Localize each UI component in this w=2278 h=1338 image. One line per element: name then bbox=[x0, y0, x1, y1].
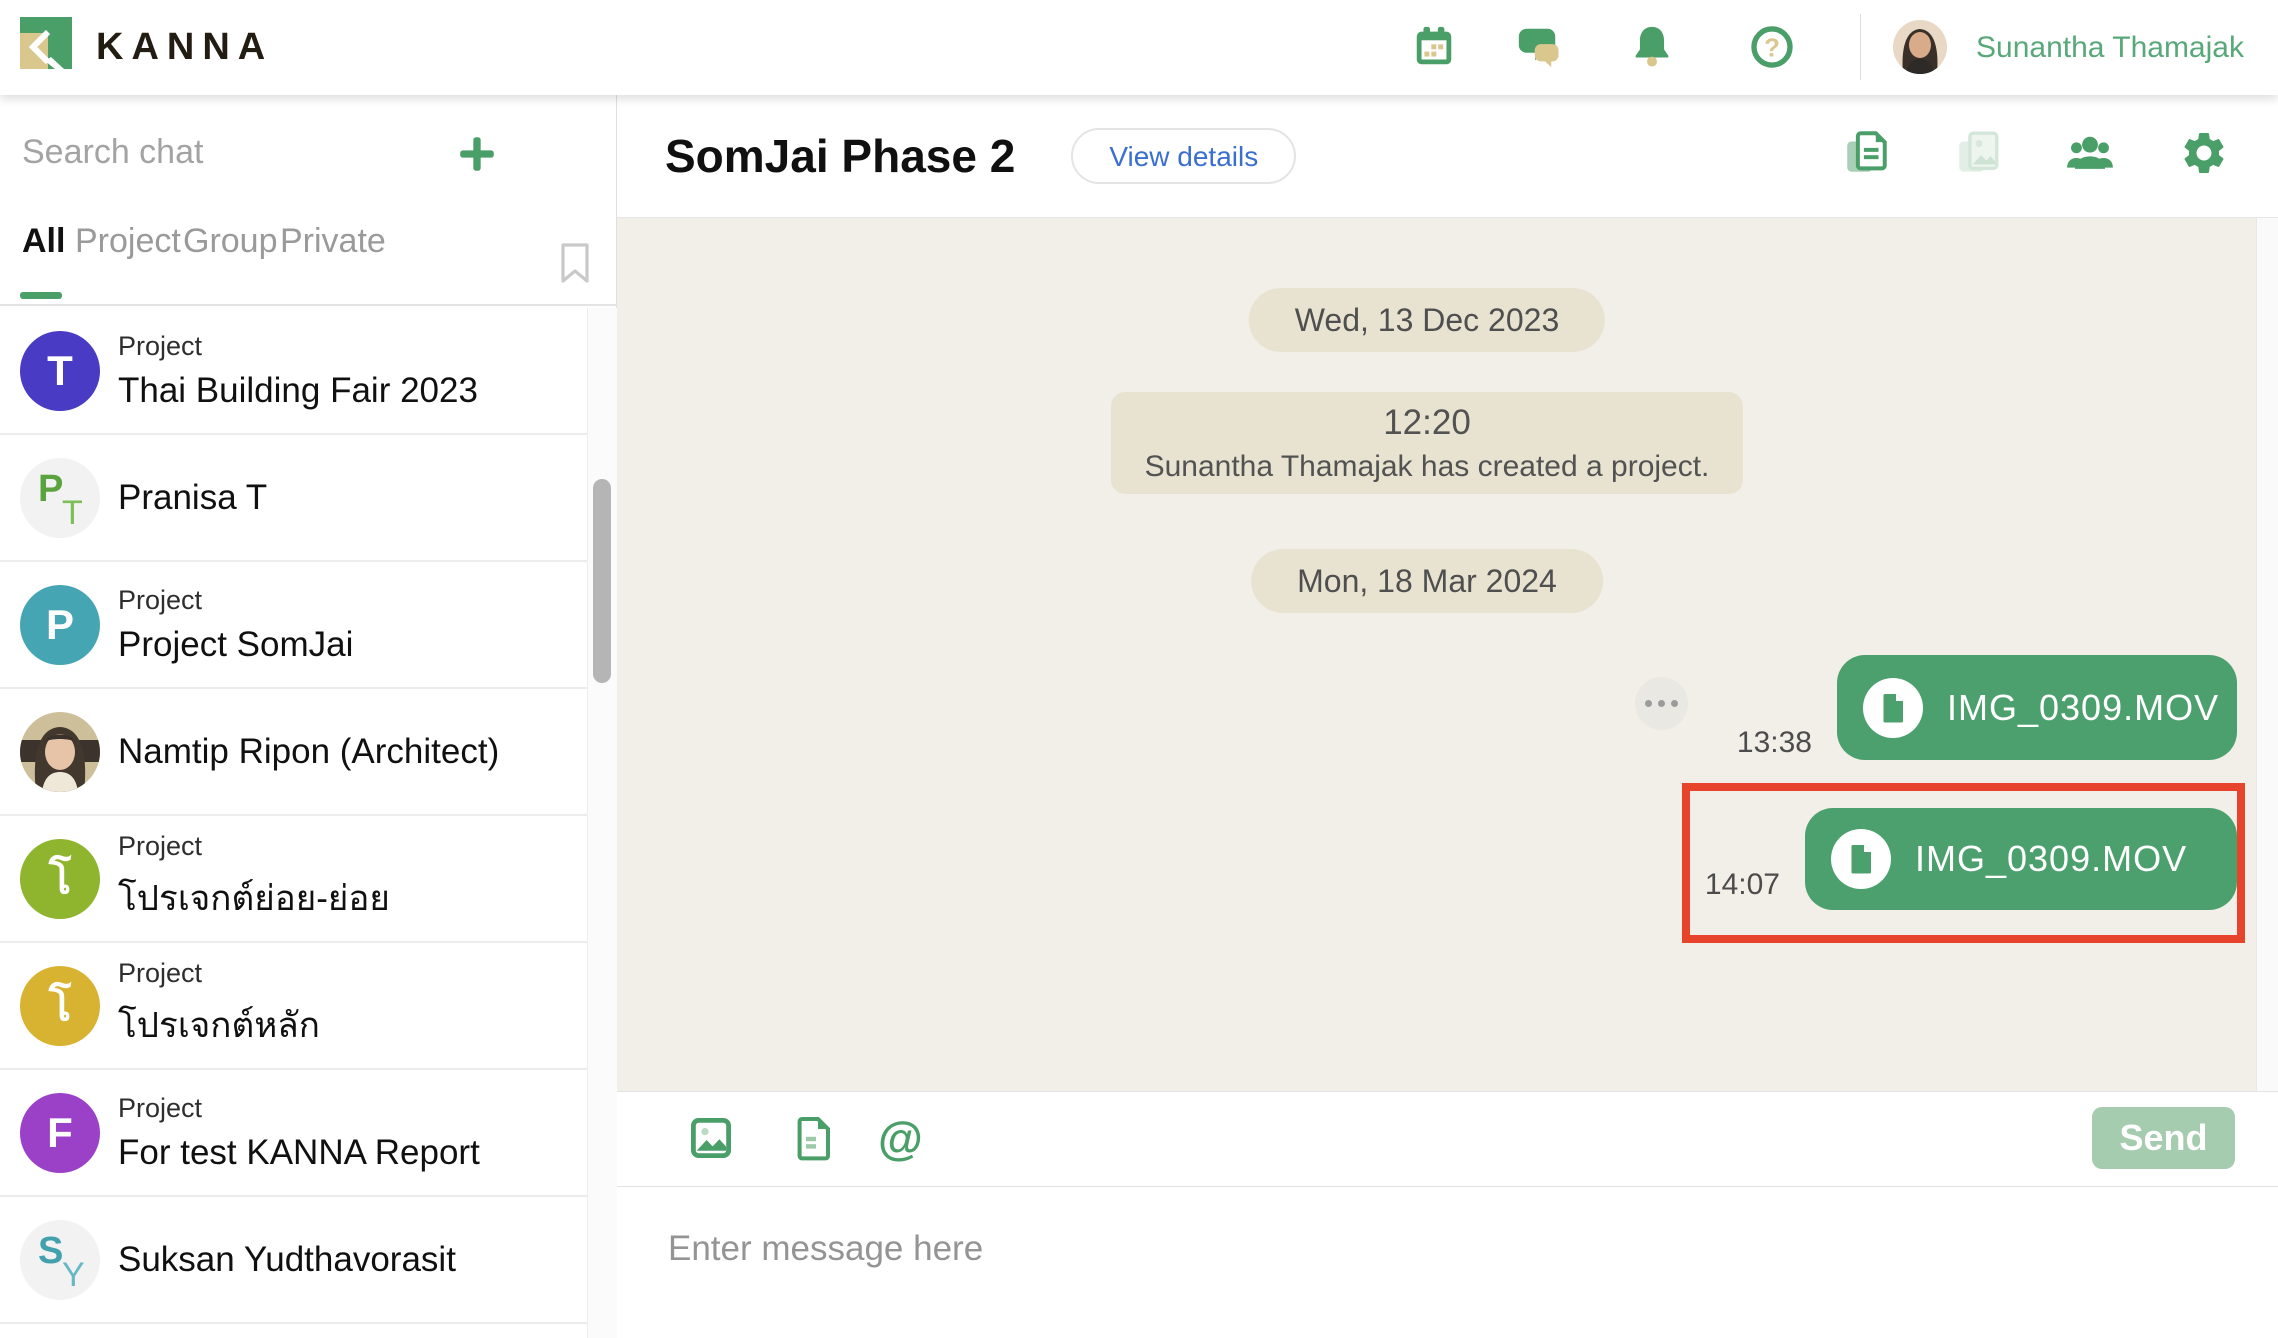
view-details-button[interactable]: View details bbox=[1071, 128, 1296, 184]
tab-project[interactable]: Project bbox=[75, 222, 181, 261]
chat-type-label: Project bbox=[118, 331, 478, 362]
help-icon[interactable]: ? bbox=[1749, 24, 1795, 70]
message-area: Wed, 13 Dec 2023 12:20 Sunantha Thamajak… bbox=[617, 218, 2278, 1091]
chat-item-kanna-report[interactable]: F Project For test KANNA Report bbox=[0, 1070, 587, 1197]
files-icon[interactable] bbox=[1841, 128, 1891, 178]
chat-type-label: Project bbox=[118, 958, 320, 989]
settings-icon[interactable] bbox=[2179, 128, 2229, 178]
message-input[interactable] bbox=[617, 1187, 2278, 1338]
chat-type-label: Project bbox=[118, 1093, 480, 1124]
chat-name: โปรเจกต์ย่อย-ย่อย bbox=[118, 871, 390, 926]
chat-title: SomJai Phase 2 bbox=[665, 129, 1015, 183]
notifications-icon[interactable] bbox=[1629, 24, 1675, 70]
file-message[interactable]: IMG_0309.MOV bbox=[1837, 655, 2237, 760]
chat-panel: SomJai Phase 2 View details bbox=[617, 95, 2278, 1338]
chat-type-label: Project bbox=[118, 585, 353, 616]
chat-item-sub-project[interactable]: โ Project โปรเจกต์ย่อย-ย่อย bbox=[0, 816, 587, 943]
chat-item-thai-building-fair[interactable]: T Project Thai Building Fair 2023 bbox=[0, 308, 587, 435]
system-message-time: 12:20 bbox=[1383, 403, 1471, 443]
chat-name: โปรเจกต์หลัก bbox=[118, 998, 320, 1053]
avatar: P T bbox=[20, 458, 100, 538]
mention-icon[interactable]: @ bbox=[878, 1114, 926, 1162]
chat-item-project-somjai[interactable]: P Project Project SomJai bbox=[0, 562, 587, 689]
avatar: S Y bbox=[20, 1220, 100, 1300]
calendar-icon[interactable] bbox=[1411, 24, 1457, 70]
chat-list: T Project Thai Building Fair 2023 P T Pr… bbox=[0, 308, 587, 1338]
avatar: T bbox=[20, 331, 100, 411]
members-icon[interactable] bbox=[2065, 128, 2115, 178]
kanna-logo-icon[interactable] bbox=[20, 17, 72, 69]
file-icon bbox=[1863, 678, 1923, 738]
chat-name: Pranisa T bbox=[118, 478, 267, 518]
images-icon[interactable] bbox=[1953, 128, 2003, 178]
chat-name: Namtip Ripon (Architect) bbox=[118, 732, 499, 772]
file-icon[interactable] bbox=[789, 1114, 837, 1162]
svg-text:?: ? bbox=[1764, 35, 1780, 63]
app-window: KANNA bbox=[0, 0, 2278, 1338]
tab-private[interactable]: Private bbox=[280, 222, 386, 261]
chat-filter-tabs: All Project Group Private bbox=[0, 206, 617, 306]
avatar: โ bbox=[20, 839, 100, 919]
file-name: IMG_0309.MOV bbox=[1915, 838, 2187, 880]
plus-icon bbox=[456, 133, 498, 175]
sidebar: All Project Group Private T Project Thai… bbox=[0, 95, 617, 1338]
chat-type-label: Project bbox=[118, 831, 390, 862]
composer bbox=[617, 1187, 2278, 1338]
message-scrollbar-track bbox=[2256, 218, 2278, 1091]
file-name: IMG_0309.MOV bbox=[1947, 687, 2219, 729]
active-tab-underline bbox=[20, 292, 62, 299]
header-divider bbox=[1860, 14, 1861, 80]
file-icon bbox=[1831, 829, 1891, 889]
chat-name: Project SomJai bbox=[118, 625, 353, 665]
chat-name: Suksan Yudthavorasit bbox=[118, 1240, 456, 1280]
date-separator: Wed, 13 Dec 2023 bbox=[1249, 288, 1605, 352]
system-message: 12:20 Sunantha Thamajak has created a pr… bbox=[1111, 392, 1743, 494]
avatar: P bbox=[20, 585, 100, 665]
image-icon[interactable] bbox=[687, 1114, 735, 1162]
chat-name: For test KANNA Report bbox=[118, 1133, 480, 1173]
system-message-text: Sunantha Thamajak has created a project. bbox=[1145, 450, 1710, 484]
avatar: F bbox=[20, 1093, 100, 1173]
chat-item-main-project[interactable]: โ Project โปรเจกต์หลัก bbox=[0, 943, 587, 1070]
user-name[interactable]: Sunantha Thamajak bbox=[1976, 0, 2244, 95]
chat-icon[interactable] bbox=[1515, 24, 1561, 70]
chat-item-suksan[interactable]: S Y Suksan Yudthavorasit bbox=[0, 1197, 587, 1324]
composer-toolbar: @ Send bbox=[617, 1091, 2278, 1187]
brand-title: KANNA bbox=[96, 0, 273, 95]
tab-group[interactable]: Group bbox=[183, 222, 278, 261]
sidebar-scrollbar-thumb[interactable] bbox=[593, 479, 611, 683]
chat-name: Thai Building Fair 2023 bbox=[118, 371, 478, 411]
sidebar-scrollbar-track bbox=[587, 308, 617, 1338]
user-avatar[interactable] bbox=[1893, 20, 1947, 74]
avatar-photo bbox=[20, 712, 100, 792]
file-message[interactable]: IMG_0309.MOV bbox=[1805, 808, 2237, 910]
search-row bbox=[0, 95, 617, 206]
search-input[interactable] bbox=[22, 127, 422, 177]
chat-item-pranisa[interactable]: P T Pranisa T bbox=[0, 435, 587, 562]
top-header: KANNA bbox=[0, 0, 2278, 95]
avatar: โ bbox=[20, 966, 100, 1046]
message-more-menu[interactable] bbox=[1635, 677, 1688, 730]
chat-header: SomJai Phase 2 View details bbox=[617, 95, 2278, 218]
message-timestamp: 14:07 bbox=[1705, 868, 1780, 902]
send-button[interactable]: Send bbox=[2092, 1107, 2235, 1169]
add-chat-button[interactable] bbox=[456, 133, 498, 175]
bookmark-icon[interactable] bbox=[558, 242, 592, 284]
message-timestamp: 13:38 bbox=[1737, 726, 1812, 760]
chat-item-namtip[interactable]: Namtip Ripon (Architect) bbox=[0, 689, 587, 816]
tab-all[interactable]: All bbox=[22, 222, 65, 261]
date-separator: Mon, 18 Mar 2024 bbox=[1251, 549, 1603, 613]
